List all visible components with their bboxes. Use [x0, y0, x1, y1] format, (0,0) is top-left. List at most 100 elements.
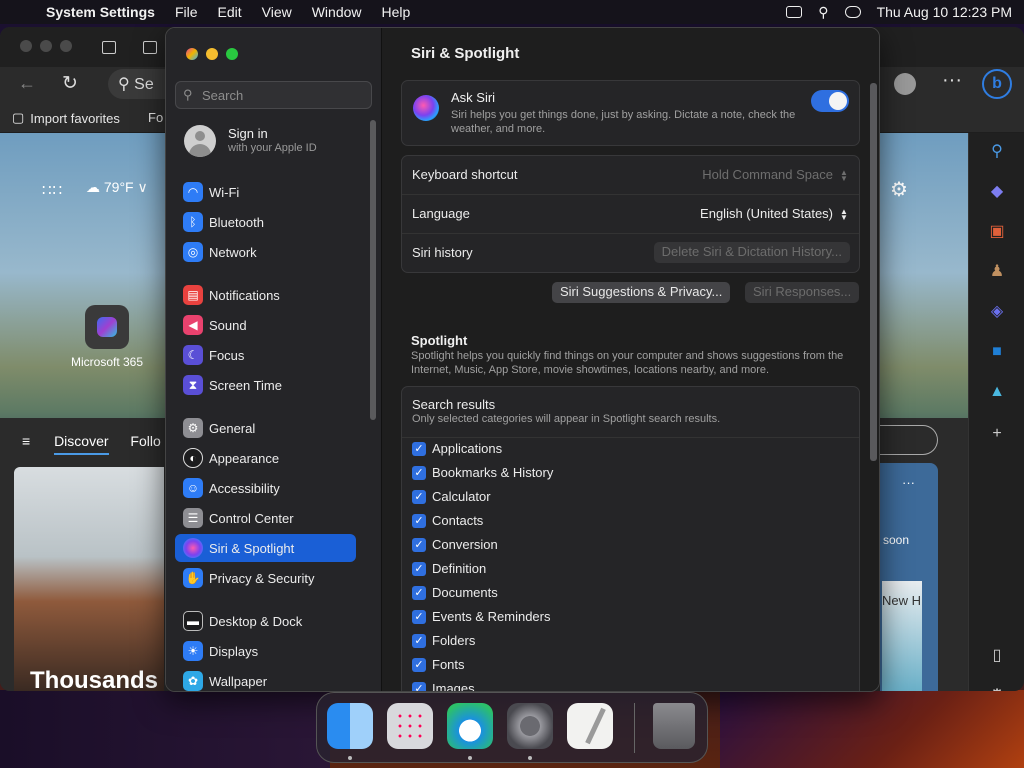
running-indicator: [468, 756, 472, 760]
send-icon[interactable]: ▲: [986, 381, 1008, 403]
back-icon[interactable]: ←: [18, 73, 36, 94]
zoom-button[interactable]: [226, 48, 238, 60]
ask-siri-toggle[interactable]: [811, 90, 849, 112]
sidebar-item-notifications[interactable]: ▤ Notifications: [175, 281, 356, 309]
edge-icon[interactable]: [447, 703, 493, 749]
sidebar-search-input[interactable]: ⚲ Search: [175, 81, 372, 109]
checkbox-fonts[interactable]: ✓ Fonts: [412, 657, 465, 672]
sidebar-item-focus[interactable]: ☾ Focus: [175, 341, 356, 369]
apps-grid-icon[interactable]: ∷∷: [42, 181, 63, 199]
menu-app-name[interactable]: System Settings: [46, 4, 155, 20]
split-view-icon[interactable]: ▯: [986, 645, 1008, 667]
screen-mirroring-icon[interactable]: [786, 6, 803, 18]
favorites-folder[interactable]: Fo: [148, 110, 163, 125]
sidebar-item-bluetooth[interactable]: ᛒ Bluetooth: [175, 208, 356, 236]
sidebar-scrollbar[interactable]: [370, 120, 376, 420]
sidebar-item-screen-time[interactable]: ⧗ Screen Time: [175, 371, 356, 399]
menu-edit[interactable]: Edit: [218, 4, 242, 20]
sidebar-item-control-center[interactable]: ☰ Control Center: [175, 504, 356, 532]
sidebar-item-wifi[interactable]: ◠ Wi-Fi: [175, 178, 356, 206]
launchpad-icon[interactable]: [387, 703, 433, 749]
tab-discover[interactable]: Discover: [54, 433, 109, 455]
checkbox-images[interactable]: ✓ Images: [412, 681, 475, 691]
sidebar-item-accessibility[interactable]: ☺ Accessibility: [175, 474, 356, 502]
menu-view[interactable]: View: [262, 4, 292, 20]
profile-avatar[interactable]: [894, 73, 916, 95]
spotlight-search-icon[interactable]: ⚲: [818, 4, 828, 21]
sidebar-item-appearance[interactable]: ◐ Appearance: [175, 444, 356, 472]
menu-window[interactable]: Window: [312, 4, 362, 20]
news-headline[interactable]: Thousands: [30, 667, 158, 691]
browser-traffic-lights[interactable]: [20, 40, 72, 52]
siri-suggestions-privacy-button[interactable]: Siri Suggestions & Privacy...: [552, 282, 731, 303]
sidebar-item-siri-spotlight[interactable]: Siri & Spotlight: [175, 534, 356, 562]
control-center-icon: ☰: [183, 508, 203, 528]
settings-window: ⚲ Search Sign in with your Apple ID ◠ Wi-…: [165, 27, 880, 692]
checkbox-folders[interactable]: ✓ Folders: [412, 633, 475, 648]
card-link-text[interactable]: soon: [883, 533, 909, 547]
finder-icon[interactable]: [327, 703, 373, 749]
sidebar-item-sound[interactable]: ◀ Sound: [175, 311, 356, 339]
bing-icon[interactable]: b: [982, 69, 1012, 99]
checkbox-bookmarks-history[interactable]: ✓ Bookmarks & History: [412, 465, 553, 480]
microsoft-365-tile[interactable]: [85, 305, 129, 349]
shopping-tag-icon[interactable]: ◆: [986, 181, 1008, 203]
system-settings-icon[interactable]: [507, 703, 553, 749]
ask-siri-panel: Ask Siri Siri helps you get things done,…: [401, 80, 860, 146]
checkbox-contacts[interactable]: ✓ Contacts: [412, 513, 483, 528]
content-scrollbar[interactable]: [870, 83, 877, 461]
checkbox-events-reminders[interactable]: ✓ Events & Reminders: [412, 609, 551, 624]
settings-gear-icon[interactable]: ⚙: [890, 177, 908, 202]
checkbox-documents[interactable]: ✓ Documents: [412, 585, 498, 600]
menubar-clock[interactable]: Thu Aug 10 12:23 PM: [877, 4, 1012, 20]
games-icon[interactable]: ♟: [986, 261, 1008, 283]
siri-responses-button[interactable]: Siri Responses...: [745, 282, 860, 303]
language-label: Language: [412, 206, 470, 221]
menu-file[interactable]: File: [175, 4, 198, 20]
sidebar-search-icon[interactable]: ⚲: [986, 141, 1008, 163]
news-card-image[interactable]: [14, 467, 164, 691]
delete-history-button[interactable]: Delete Siri & Dictation History...: [653, 242, 850, 263]
textedit-icon[interactable]: [567, 703, 613, 749]
trash-icon[interactable]: [653, 703, 695, 749]
sidebar-settings-icon[interactable]: ⚙: [986, 685, 1008, 691]
checkmark-icon: ✓: [412, 681, 426, 691]
browser-search-box[interactable]: ⚲ Se: [108, 69, 168, 99]
control-center-icon[interactable]: [844, 6, 861, 18]
tab-actions-icon[interactable]: [102, 41, 116, 54]
reload-icon[interactable]: ↻: [62, 72, 78, 95]
weather-widget[interactable]: ☁ 79°F ∨: [86, 179, 148, 196]
tab-icon[interactable]: [143, 41, 157, 54]
import-favorites[interactable]: ▢ Import favorites: [12, 110, 120, 126]
more-icon[interactable]: ···: [942, 69, 962, 92]
minimize-button[interactable]: [206, 48, 218, 60]
checkbox-definition[interactable]: ✓ Definition: [412, 561, 486, 576]
sidebar-item-general[interactable]: ⚙ General: [175, 414, 356, 442]
outlook-icon[interactable]: ■: [986, 341, 1008, 363]
checkbox-calculator[interactable]: ✓ Calculator: [412, 489, 491, 504]
accessibility-icon: ☺: [183, 478, 203, 498]
keyboard-shortcut-select[interactable]: Hold Command Space ▲ ▼: [702, 167, 849, 182]
add-icon[interactable]: +: [986, 423, 1008, 445]
sidebar-item-network[interactable]: ◎ Network: [175, 238, 356, 266]
menu-icon[interactable]: ≡: [22, 433, 30, 449]
menu-help[interactable]: Help: [382, 4, 411, 20]
sidebar-item-desktop-dock[interactable]: ▬ Desktop & Dock: [175, 607, 356, 635]
checkmark-icon: ✓: [412, 441, 426, 456]
dropdown-pill[interactable]: [880, 425, 938, 455]
news-card-right[interactable]: ··· soon New H: [880, 463, 938, 691]
checkbox-conversion[interactable]: ✓ Conversion: [412, 537, 498, 552]
card-more-icon[interactable]: ···: [902, 475, 915, 490]
checkmark-icon: ✓: [412, 609, 426, 624]
checkmark-icon: ✓: [412, 561, 426, 576]
sidebar-item-privacy-security[interactable]: ✋ Privacy & Security: [175, 564, 356, 592]
copilot-icon[interactable]: ◈: [986, 301, 1008, 323]
close-button[interactable]: [186, 48, 198, 60]
sidebar-item-displays[interactable]: ☀ Displays: [175, 637, 356, 665]
language-select[interactable]: English (United States) ▲ ▼: [700, 206, 849, 221]
tab-following[interactable]: Follo: [130, 433, 160, 449]
search-results-group: Search results Only selected categories …: [401, 386, 860, 691]
sidebar-item-wallpaper[interactable]: ✿ Wallpaper: [175, 667, 356, 691]
tools-icon[interactable]: ▣: [986, 221, 1008, 243]
checkbox-applications[interactable]: ✓ Applications: [412, 441, 502, 456]
